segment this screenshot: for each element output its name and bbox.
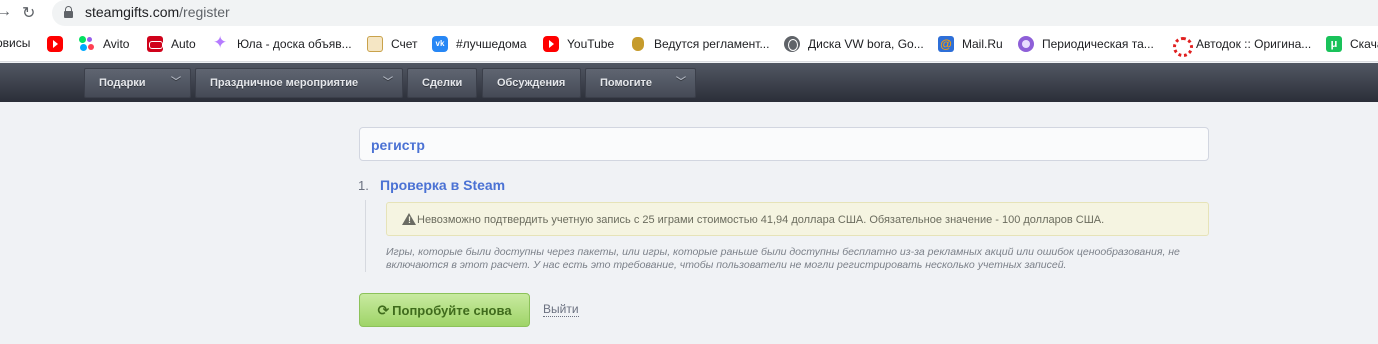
requirement-note: Игры, которые были доступны через пакеты…	[386, 246, 1180, 271]
bookmark-label: Mail.Ru	[962, 37, 1003, 51]
bookmark-label: YouTube	[567, 37, 615, 51]
retry-label: Попробуйте снова	[392, 303, 512, 318]
bookmarks-bar: рвисы Avito Auto Юла - доска объяв... Сч…	[0, 26, 1378, 62]
chevron-down-icon: ﹀	[676, 77, 686, 88]
bookmark-vk[interactable]: vk #лучшедома	[432, 36, 527, 52]
bookmark-label: Скача	[1350, 37, 1378, 51]
bookmark-mailru[interactable]: @ Mail.Ru	[938, 36, 1003, 52]
bookmark-skach[interactable]: μ Скача	[1326, 36, 1378, 52]
url-field[interactable]: steamgifts.com/register	[52, 0, 1378, 26]
browser-address-bar: → ↻ steamgifts.com/register	[0, 0, 1378, 26]
warning-alert: ! Невозможно подтвердить учетную запись …	[386, 202, 1209, 236]
download-icon: μ	[1326, 36, 1342, 52]
step-number: 1.	[358, 178, 369, 193]
bookmark-youtube-short[interactable]	[47, 36, 71, 52]
bookmark-yula[interactable]: Юла - доска объяв...	[213, 33, 352, 53]
bookmark-services[interactable]: рвисы	[0, 36, 30, 50]
nav-label: Обсуждения	[497, 77, 566, 89]
bookmark-label: Юла - доска объяв...	[237, 37, 352, 51]
vk-icon: vk	[432, 36, 448, 52]
bookmark-label: рвисы	[0, 36, 31, 50]
bookmark-schet[interactable]: Счет	[367, 36, 418, 52]
page-title: регистр	[371, 137, 425, 153]
site-nav-bar: Подарки ﹀ Праздничное мероприятие ﹀ Сделки…	[0, 63, 1378, 102]
bookmark-label: Периодическая та...	[1042, 37, 1154, 51]
nav-label: Праздничное мероприятие	[210, 77, 359, 89]
nav-discussions[interactable]: Обсуждения	[482, 68, 581, 98]
bookmark-label: Avito	[103, 37, 130, 51]
periodic-table-icon	[1018, 36, 1034, 52]
bookmark-auto[interactable]: Auto	[147, 36, 196, 52]
step-divider	[365, 200, 366, 272]
bookmark-avtodok[interactable]: Автодок :: Оригина...	[1172, 36, 1312, 57]
back-icon[interactable]: →	[0, 3, 12, 21]
warning-text: Невозможно подтвердить учетную запись с …	[417, 214, 1105, 226]
retry-button[interactable]: ⟳ Попробуйте снова	[359, 293, 530, 327]
chevron-down-icon: ﹀	[383, 77, 393, 88]
logout-link[interactable]: Выйти	[543, 302, 579, 317]
yula-icon	[213, 33, 229, 53]
nav-event[interactable]: Праздничное мероприятие ﹀	[195, 68, 403, 98]
warning-icon: !	[402, 213, 416, 226]
youtube-icon	[543, 36, 559, 52]
nav-help[interactable]: Помогите ﹀	[585, 68, 696, 98]
bookmark-label: #лучшедома	[456, 37, 527, 51]
nav-label: Подарки	[99, 77, 146, 89]
globe-icon	[784, 36, 800, 52]
url-text: steamgifts.com/register	[85, 4, 230, 20]
auto-icon	[147, 36, 163, 52]
step-title: Проверка в Steam	[380, 177, 506, 193]
bookmark-label: Ведутся регламент...	[654, 37, 770, 51]
bookmark-label: Auto	[171, 37, 196, 51]
chevron-down-icon: ﹀	[171, 77, 181, 88]
nav-deals[interactable]: Сделки	[407, 68, 477, 98]
bookmark-reglament[interactable]: Ведутся регламент...	[630, 36, 769, 52]
invoice-icon	[367, 36, 383, 52]
bookmark-label: Автодок :: Оригина...	[1196, 37, 1312, 51]
reload-icon[interactable]: ↻	[22, 3, 35, 23]
bookmark-vw-bora[interactable]: Диска VW bora, Go...	[784, 36, 924, 52]
avito-icon	[79, 36, 95, 52]
lock-icon	[64, 6, 73, 18]
bookmark-youtube[interactable]: YouTube	[543, 36, 614, 52]
coat-of-arms-icon	[630, 36, 646, 52]
bookmark-periodic[interactable]: Периодическая та...	[1018, 36, 1154, 52]
bookmark-avito[interactable]: Avito	[79, 36, 129, 52]
nav-label: Помогите	[600, 77, 653, 89]
avtodok-icon	[1172, 36, 1193, 57]
mailru-icon: @	[938, 36, 954, 52]
nav-label: Сделки	[422, 77, 463, 89]
page-heading-box: регистр	[359, 127, 1209, 161]
youtube-icon	[47, 36, 63, 52]
nav-giveaways[interactable]: Подарки ﹀	[84, 68, 191, 98]
bookmark-label: Счет	[391, 37, 418, 51]
bookmark-label: Диска VW bora, Go...	[808, 37, 924, 51]
refresh-icon: ⟳	[377, 302, 390, 318]
